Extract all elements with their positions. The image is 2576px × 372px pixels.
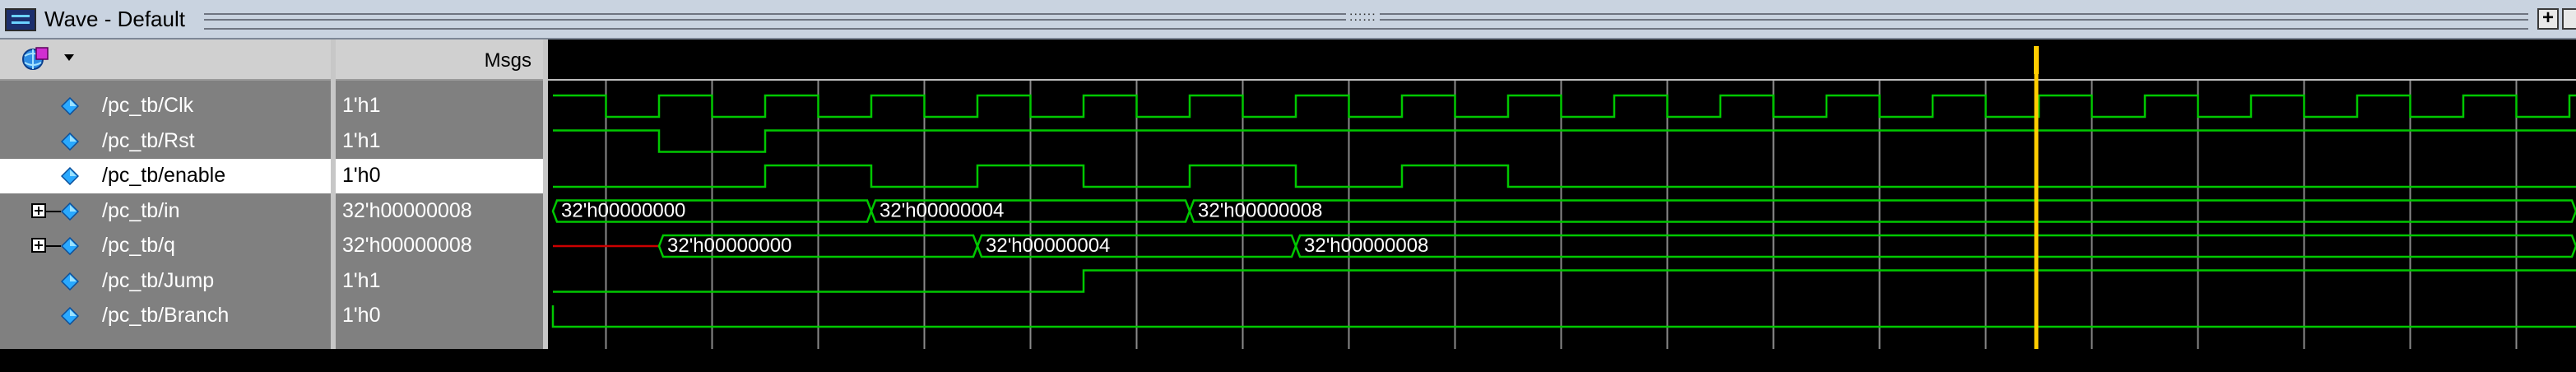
signal-diamond-icon — [61, 167, 79, 185]
signal-row[interactable]: /pc_tb/in — [0, 194, 331, 229]
signal-diamond-icon — [61, 132, 79, 151]
cursor-row-marker — [25, 357, 536, 372]
signal-value-row[interactable]: 32'h00000008 — [336, 229, 543, 263]
signal-value-pane: Msgs 1'h1 1'h1 1'h0 32'h00000008 32'h0000000… — [336, 40, 543, 349]
signal-value-row[interactable]: 1'h0 — [336, 299, 543, 333]
signal-diamond-icon — [61, 97, 79, 115]
bus-in-label: 32'h00000004 — [880, 200, 1004, 222]
signal-row[interactable]: /pc_tb/Jump — [0, 264, 331, 299]
cursor-handle — [2034, 46, 2039, 74]
signal-name-pane: /pc_tb/Clk/pc_tb/Rst/pc_tb/enable/pc_tb/… — [0, 40, 536, 372]
bus-in-segment — [1188, 199, 2576, 223]
name-pane-header — [0, 40, 331, 81]
waveform-canvas[interactable]: 32'h00000000 32'h00000004 32'h00000008 32'h… — [548, 40, 2576, 349]
signal-diamond-icon — [61, 272, 79, 291]
maximize-button[interactable]: + — [2537, 8, 2559, 30]
signal-row[interactable]: /pc_tb/enable — [0, 159, 331, 193]
signal-value: 1'h0 — [342, 164, 381, 187]
value-pane-header: Msgs — [336, 40, 543, 81]
signal-name: /pc_tb/in — [102, 198, 180, 222]
signal-name: /pc_tb/q — [102, 234, 175, 257]
bus-q-label: 32'h00000004 — [986, 235, 1110, 257]
signal-row[interactable]: /pc_tb/q — [0, 229, 331, 263]
signal-value: 1'h1 — [342, 128, 381, 152]
wave-enable — [553, 164, 2576, 188]
wave-clk — [553, 94, 2576, 119]
tree-line — [46, 210, 61, 212]
title-bar[interactable]: Wave - Default :::::: + — [0, 0, 2576, 40]
chevron-down-icon[interactable] — [64, 54, 74, 61]
expand-icon[interactable] — [31, 202, 46, 218]
signal-name: /pc_tb/enable — [102, 164, 226, 187]
wave-rst — [553, 129, 2576, 153]
msgs-label: Msgs — [484, 49, 531, 72]
signal-name: /pc_tb/Jump — [102, 268, 215, 292]
plus-icon: + — [2541, 7, 2554, 29]
wave-jump — [553, 269, 2576, 293]
waveform-pane[interactable]: 32'h00000000 32'h00000004 32'h00000008 32'h… — [548, 40, 2576, 349]
next-button[interactable] — [2562, 8, 2576, 30]
signal-value-row[interactable]: 1'h1 — [336, 264, 543, 299]
signal-value-row[interactable]: 32'h00000008 — [336, 194, 543, 229]
expand-icon[interactable] — [31, 238, 46, 253]
signal-name: /pc_tb/Branch — [102, 304, 230, 327]
signal-value: 1'h1 — [342, 94, 381, 117]
signal-name: /pc_tb/Rst — [102, 128, 195, 152]
bus-q-label: 32'h00000000 — [667, 235, 791, 257]
signal-value: 32'h00000008 — [342, 198, 472, 222]
signal-row[interactable]: /pc_tb/Rst — [0, 124, 331, 159]
signal-diamond-icon — [61, 237, 79, 255]
wave-window-icon — [5, 8, 36, 31]
signal-diamond-icon — [61, 202, 79, 221]
signal-value-row[interactable]: 1'h1 — [336, 124, 543, 159]
signal-row[interactable]: /pc_tb/Branch — [0, 299, 331, 333]
globe-icon[interactable] — [21, 46, 49, 72]
tree-line — [46, 245, 61, 247]
bus-in-label: 32'h00000008 — [1198, 200, 1322, 222]
wave-branch — [551, 305, 2576, 328]
signal-diamond-icon — [61, 307, 79, 325]
signal-row[interactable]: /pc_tb/Clk — [0, 89, 331, 123]
bus-in-label: 32'h00000000 — [561, 200, 685, 222]
signal-value-row[interactable]: 1'h0 — [336, 159, 543, 193]
signal-value: 1'h1 — [342, 268, 381, 292]
title-bar-grip[interactable]: :::::: — [1346, 10, 1380, 25]
signal-value: 32'h00000008 — [342, 234, 472, 257]
wave-window: Wave - Default :::::: + /pc_tb/Clk/pc_tb… — [0, 0, 2576, 372]
signal-name: /pc_tb/Clk — [102, 94, 194, 117]
signal-value-row[interactable]: 1'h1 — [336, 89, 543, 123]
bus-q-segment — [1294, 234, 2576, 258]
bus-q-label: 32'h00000008 — [1304, 235, 1428, 257]
signal-value: 1'h0 — [342, 304, 381, 327]
window-title: Wave - Default — [44, 7, 185, 31]
